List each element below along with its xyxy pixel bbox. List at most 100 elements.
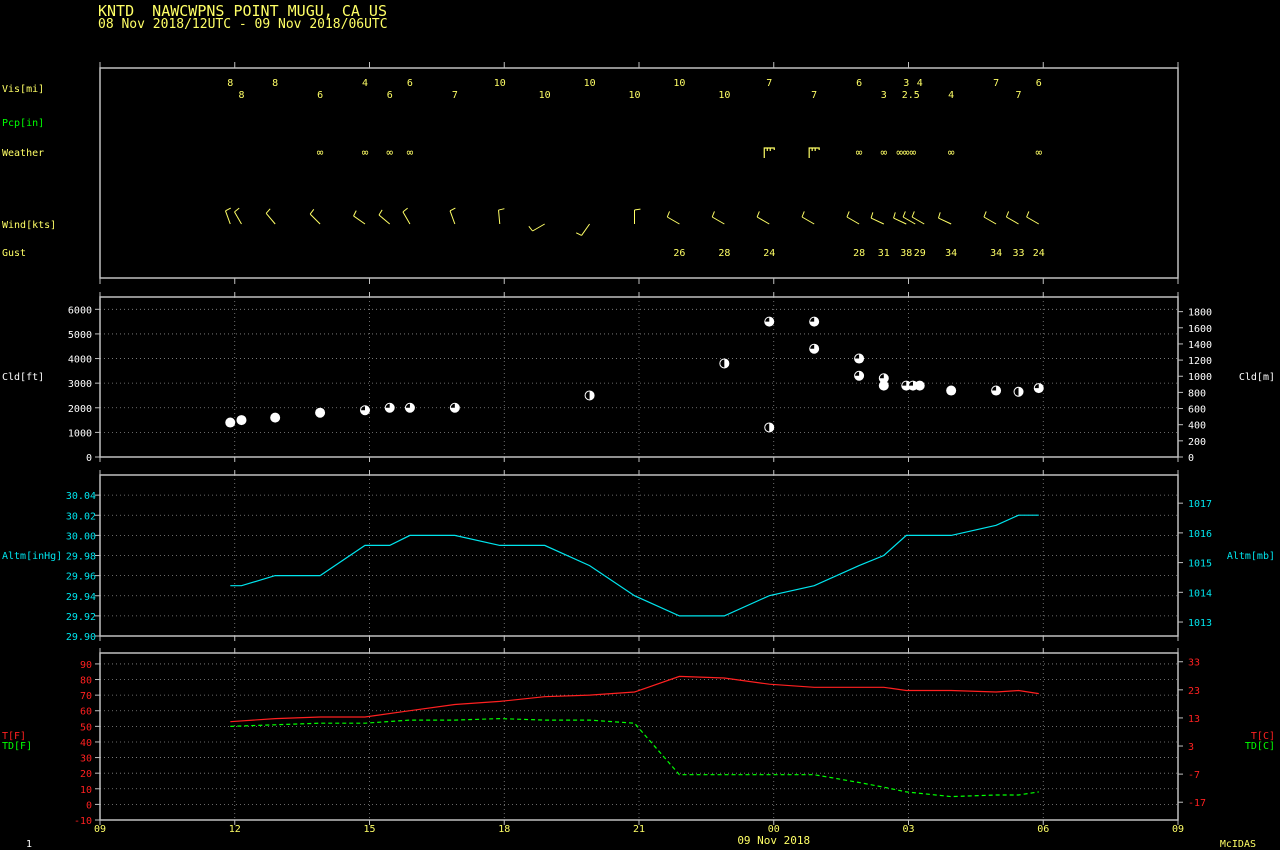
haze-symbol: ∞ [880,146,887,159]
rain-symbol [808,147,820,158]
x-tick-label: 09 [1172,824,1184,835]
wind-barb [983,211,987,218]
temp-c-tick: 33 [1188,658,1200,669]
wind-barb-staff [711,216,725,225]
wind-barb [378,209,383,216]
temp-f-tick: 20 [80,769,92,780]
gust-value: 33 [1013,248,1025,259]
cld-m-label: Cld[m] [1239,372,1275,383]
footer-page: 1 [26,839,32,850]
wind-barb [756,211,760,218]
altimeter-line [230,514,1039,617]
x-tick-label: 12 [229,824,241,835]
haze-symbol: ∞∞∞ [896,146,916,159]
altm-inhg-tick: 29.96 [66,572,96,583]
row-label-wind: Wind[kts] [2,220,56,231]
wind-barb [265,208,271,214]
gust-value: 31 [878,248,890,259]
wind-barb [449,207,456,212]
gust-value: 28 [853,248,865,259]
wind-barb-staff [893,217,907,225]
gust-value: 34 [990,248,1002,259]
temperature-line [230,675,1039,723]
altm-inhg-label: Altm[inHg] [2,551,62,562]
haze-symbol: ∞ [317,146,324,159]
vis-value: 3 [881,90,887,101]
wind-barb-staff [498,210,501,225]
cld-m-tick: 1400 [1188,340,1212,351]
wind-barb [353,210,357,217]
altm-mb-tick: 1015 [1188,559,1212,570]
rain-symbol [763,147,775,158]
vis-value: 4 [917,78,923,89]
row-label-gust: Gust [2,248,26,259]
wind-barb [893,212,896,219]
gust-value: 29 [914,248,926,259]
altm-inhg-tick: 29.92 [66,612,96,623]
haze-symbol: ∞ [856,146,863,159]
altm-inhg-tick: 30.04 [66,491,96,502]
wind-barb-staff [581,223,591,236]
gust-value: 24 [763,248,775,259]
cloud-cover-symbol [315,407,326,418]
wind-barb-staff [378,214,391,225]
vis-value: 10 [718,90,730,101]
vis-value: 6 [1036,78,1042,89]
gust-value: 24 [1033,248,1045,259]
temp-f-tick: 30 [80,754,92,765]
wind-barb-staff [234,211,242,225]
cld-ft-label: Cld[ft] [2,372,44,383]
temperature-panel-frame [99,652,1179,821]
wind-barb [846,211,850,218]
cld-m-tick: 1000 [1188,372,1212,383]
gust-value: 28 [718,248,730,259]
wind-barb-staff [265,212,276,225]
vis-value: 4 [948,90,954,101]
x-tick-label: 03 [902,824,914,835]
wind-barb [634,208,641,211]
gust-value: 38 [900,248,912,259]
cld-m-tick: 200 [1188,437,1206,448]
vis-value: 7 [1016,90,1022,101]
wind-barb-staff [532,223,545,232]
wind-barb [225,207,231,212]
wind-barb-staff [983,216,997,225]
wind-barb-staff [309,213,321,225]
wind-barb-staff [1026,216,1040,225]
vis-value: 6 [856,78,862,89]
vis-value: 10 [628,90,640,101]
cloud-cover-symbol [946,385,957,396]
wind-barb [870,212,874,219]
vis-value: 2.5 [902,90,920,101]
wind-barb-staff [225,210,231,225]
vis-value: 8 [272,78,278,89]
cloud-cover-symbol [225,417,236,428]
temp-c-tick: -7 [1188,770,1200,781]
vis-value: 7 [452,90,458,101]
wind-barb [1026,211,1030,218]
wind-barb [711,211,715,218]
vis-value: 6 [407,78,413,89]
cld-ft-tick: 5000 [68,330,92,341]
x-tick-label: 15 [363,824,375,835]
temp-c-tick: 3 [1188,742,1194,753]
haze-symbol: ∞ [386,146,393,159]
haze-symbol: ∞ [407,146,414,159]
temp-c-tick: 13 [1188,714,1200,725]
row-label-pcp: Pcp[in] [2,118,44,129]
temp-f-tick: -10 [74,816,92,827]
cld-ft-tick: 2000 [68,404,92,415]
wind-barb-staff [353,215,366,225]
cld-ft-tick: 4000 [68,355,92,366]
wind-barb-staff [1006,216,1019,225]
vis-value: 10 [673,78,685,89]
cloud-cover-symbol [270,412,281,423]
temp-c-tick: -17 [1188,798,1206,809]
cld-ft-tick: 0 [86,453,92,464]
wind-barb-staff [667,216,680,225]
altm-mb-tick: 1016 [1188,529,1212,540]
temp-f-tick: 80 [80,676,92,687]
cloud-cover-symbol [236,415,247,426]
wind-barb-staff [938,217,952,225]
altm-mb-tick: 1017 [1188,499,1212,510]
